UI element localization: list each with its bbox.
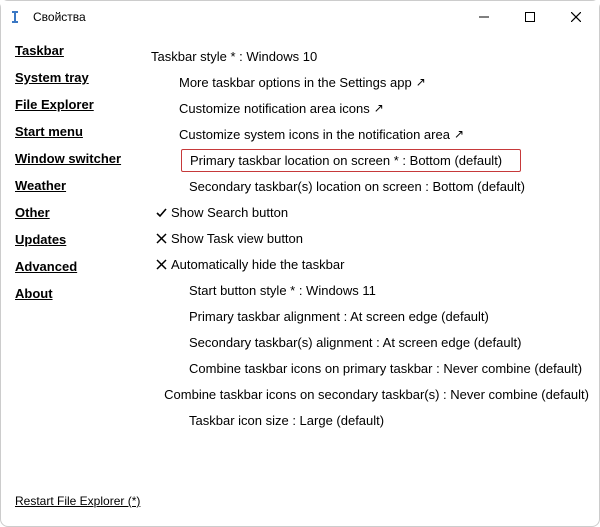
setting-primary-alignment[interactable]: Primary taskbar alignment : At screen ed…: [151, 303, 589, 329]
setting-start-button-style[interactable]: Start button style * : Windows 11: [151, 277, 589, 303]
external-link-icon: ↗: [416, 75, 426, 89]
sidebar-item-start-menu[interactable]: Start menu: [15, 124, 143, 139]
settings-panel: Taskbar style * : Windows 10 More taskba…: [151, 37, 599, 526]
cross-icon: [151, 259, 171, 270]
setting-label: Customize notification area icons: [179, 101, 370, 116]
setting-label: Combine taskbar icons on primary taskbar…: [189, 361, 582, 376]
setting-label: Secondary taskbar(s) location on screen …: [189, 179, 525, 194]
check-icon: [151, 207, 171, 218]
setting-icon-size[interactable]: Taskbar icon size : Large (default): [151, 407, 589, 433]
setting-label: Primary taskbar alignment : At screen ed…: [189, 309, 489, 324]
setting-customize-sys-icons-link[interactable]: Customize system icons in the notificati…: [151, 121, 589, 147]
setting-label: Taskbar style * : Windows 10: [151, 49, 317, 64]
close-button[interactable]: [553, 1, 599, 33]
setting-show-taskview[interactable]: Show Task view button: [151, 225, 589, 251]
restart-explorer-link[interactable]: Restart File Explorer (*): [15, 494, 143, 508]
setting-label: Primary taskbar location on screen * : B…: [190, 153, 502, 168]
sidebar-item-file-explorer[interactable]: File Explorer: [15, 97, 143, 112]
setting-more-options-link[interactable]: More taskbar options in the Settings app…: [151, 69, 589, 95]
sidebar-item-about[interactable]: About: [15, 286, 143, 301]
app-icon: [9, 9, 25, 25]
setting-label: Automatically hide the taskbar: [171, 257, 344, 272]
setting-combine-secondary[interactable]: Combine taskbar icons on secondary taskb…: [151, 381, 589, 407]
sidebar-item-window-switcher[interactable]: Window switcher: [15, 151, 143, 166]
content-area: Taskbar System tray File Explorer Start …: [1, 33, 599, 526]
sidebar-item-weather[interactable]: Weather: [15, 178, 143, 193]
setting-label: Start button style * : Windows 11: [189, 283, 376, 298]
setting-label: Taskbar icon size : Large (default): [189, 413, 384, 428]
setting-primary-location[interactable]: Primary taskbar location on screen * : B…: [151, 147, 589, 173]
sidebar: Taskbar System tray File Explorer Start …: [1, 37, 151, 526]
cross-icon: [151, 233, 171, 244]
setting-secondary-alignment[interactable]: Secondary taskbar(s) alignment : At scre…: [151, 329, 589, 355]
external-link-icon: ↗: [374, 101, 384, 115]
setting-label: Customize system icons in the notificati…: [179, 127, 450, 142]
sidebar-item-system-tray[interactable]: System tray: [15, 70, 143, 85]
setting-combine-primary[interactable]: Combine taskbar icons on primary taskbar…: [151, 355, 589, 381]
setting-secondary-location[interactable]: Secondary taskbar(s) location on screen …: [151, 173, 589, 199]
setting-label: Combine taskbar icons on secondary taskb…: [164, 387, 589, 402]
highlighted-setting: Primary taskbar location on screen * : B…: [181, 149, 521, 172]
setting-auto-hide[interactable]: Automatically hide the taskbar: [151, 251, 589, 277]
sidebar-item-updates[interactable]: Updates: [15, 232, 143, 247]
setting-show-search[interactable]: Show Search button: [151, 199, 589, 225]
titlebar: Свойства: [1, 1, 599, 33]
sidebar-item-taskbar[interactable]: Taskbar: [15, 43, 143, 58]
setting-customize-notif-icons-link[interactable]: Customize notification area icons ↗: [151, 95, 589, 121]
setting-label: Show Task view button: [171, 231, 303, 246]
sidebar-item-advanced[interactable]: Advanced: [15, 259, 143, 274]
external-link-icon: ↗: [454, 127, 464, 141]
sidebar-item-other[interactable]: Other: [15, 205, 143, 220]
setting-label: More taskbar options in the Settings app: [179, 75, 412, 90]
maximize-button[interactable]: [507, 1, 553, 33]
setting-taskbar-style[interactable]: Taskbar style * : Windows 10: [151, 43, 589, 69]
window-title: Свойства: [33, 10, 86, 24]
minimize-button[interactable]: [461, 1, 507, 33]
setting-label: Secondary taskbar(s) alignment : At scre…: [189, 335, 521, 350]
setting-label: Show Search button: [171, 205, 288, 220]
